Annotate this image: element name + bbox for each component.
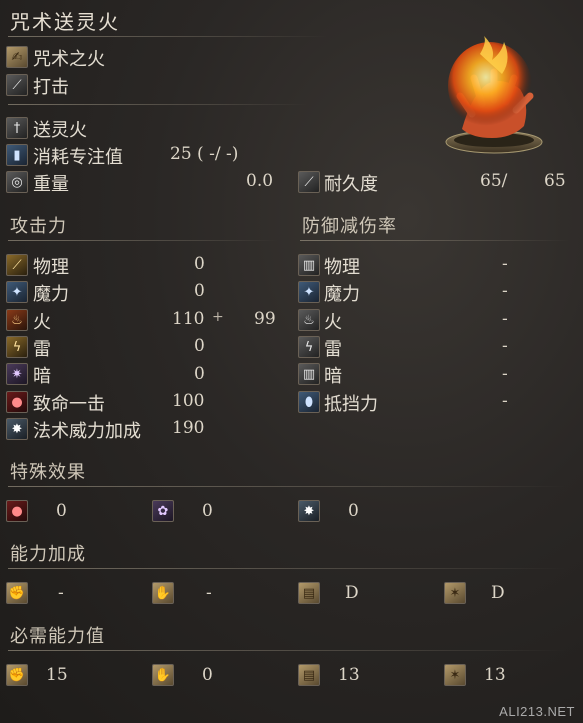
attack-spell-buff-value: 190 bbox=[172, 418, 205, 438]
attack-spell-buff-label: 法术威力加成 bbox=[33, 421, 141, 442]
strength-req-icon: ✊ bbox=[6, 664, 28, 686]
attack-fire-bonus-sign: + bbox=[212, 309, 224, 325]
title-divider bbox=[8, 36, 328, 37]
poison-icon: ✿ bbox=[152, 500, 174, 522]
req-faith-value: 13 bbox=[484, 665, 506, 685]
fp-icon: ▮ bbox=[6, 144, 28, 166]
attack-critical-value: 100 bbox=[172, 391, 205, 411]
fire-icon: ♨ bbox=[6, 309, 28, 331]
bleed-icon: ● bbox=[6, 500, 28, 522]
attack-lightning-value: 0 bbox=[194, 336, 205, 356]
req-intelligence-value: 13 bbox=[338, 665, 360, 685]
defense-stability-value: - bbox=[502, 391, 508, 411]
critical-icon: ● bbox=[6, 391, 28, 413]
attack-fire-label: 火 bbox=[33, 312, 51, 333]
physical-defense-icon: ▥ bbox=[298, 254, 320, 276]
spell-name-label: 送灵火 bbox=[33, 120, 87, 141]
defense-magic-value: - bbox=[502, 281, 508, 301]
scaling-strength-value: - bbox=[58, 583, 64, 603]
strength-icon: ✊ bbox=[6, 582, 28, 604]
defense-stability-label: 抵挡力 bbox=[324, 394, 378, 415]
attack-fire-bonus-value: 99 bbox=[254, 309, 276, 329]
faith-req-icon: ✶ bbox=[444, 664, 466, 686]
defense-fire-label: 火 bbox=[324, 312, 342, 333]
defense-divider bbox=[300, 240, 570, 241]
attack-section-title: 攻击力 bbox=[10, 216, 67, 237]
effects-section-title: 特殊效果 bbox=[10, 462, 86, 483]
dexterity-icon: ✋ bbox=[152, 582, 174, 604]
strike-icon: ⟋ bbox=[6, 74, 28, 96]
scaling-faith-value: D bbox=[491, 583, 505, 603]
watermark: ALI213.NET bbox=[499, 704, 575, 719]
magic-defense-icon: ✦ bbox=[298, 281, 320, 303]
attack-critical-label: 致命一击 bbox=[33, 394, 105, 415]
defense-physical-label: 物理 bbox=[324, 257, 360, 278]
dark-defense-icon: ▥ bbox=[298, 363, 320, 385]
fp-cost-value: 25 ( -/ -) bbox=[170, 144, 239, 164]
bleed-value: 0 bbox=[56, 501, 67, 521]
requirements-divider bbox=[8, 650, 568, 651]
scaling-intelligence-value: D bbox=[345, 583, 359, 603]
attack-divider bbox=[8, 240, 278, 241]
intelligence-req-icon: ▤ bbox=[298, 664, 320, 686]
lightning-defense-icon: ϟ bbox=[298, 336, 320, 358]
stability-icon: ⬮ bbox=[298, 391, 320, 413]
durability-current: 65/ bbox=[480, 171, 508, 191]
divider-1 bbox=[8, 104, 308, 105]
pyromancy-scroll-icon: ✍ bbox=[6, 46, 28, 68]
defense-dark-label: 暗 bbox=[324, 366, 342, 387]
weight-icon: ◎ bbox=[6, 171, 28, 193]
attack-magic-value: 0 bbox=[194, 281, 205, 301]
frost-icon: ✸ bbox=[298, 500, 320, 522]
physical-icon: ⟋ bbox=[6, 254, 28, 276]
scaling-divider bbox=[8, 568, 568, 569]
lightning-icon: ϟ bbox=[6, 336, 28, 358]
defense-physical-value: - bbox=[502, 254, 508, 274]
attack-physical-value: 0 bbox=[194, 254, 205, 274]
defense-dark-value: - bbox=[502, 364, 508, 384]
dark-icon: ✷ bbox=[6, 363, 28, 385]
weight-value: 0.0 bbox=[246, 171, 274, 191]
defense-magic-label: 魔力 bbox=[324, 284, 360, 305]
intelligence-icon: ▤ bbox=[298, 582, 320, 604]
attack-dark-value: 0 bbox=[194, 364, 205, 384]
faith-icon: ✶ bbox=[444, 582, 466, 604]
attack-dark-label: 暗 bbox=[33, 366, 51, 387]
item-title: 咒术送灵火 bbox=[10, 10, 120, 34]
defense-lightning-label: 雷 bbox=[324, 339, 342, 360]
weight-label: 重量 bbox=[33, 174, 69, 195]
spell-icon: † bbox=[6, 117, 28, 139]
defense-fire-value: - bbox=[502, 309, 508, 329]
attack-magic-label: 魔力 bbox=[33, 284, 69, 305]
magic-icon: ✦ bbox=[6, 281, 28, 303]
fp-cost-label: 消耗专注值 bbox=[33, 147, 123, 168]
durability-icon: ⟋ bbox=[298, 171, 320, 193]
durability-max: 65 bbox=[544, 171, 566, 191]
defense-lightning-value: - bbox=[502, 336, 508, 356]
attack-physical-label: 物理 bbox=[33, 257, 69, 278]
catalyst-type-label: 咒术之火 bbox=[33, 49, 105, 70]
scaling-section-title: 能力加成 bbox=[10, 544, 86, 565]
item-image bbox=[432, 34, 552, 164]
req-dexterity-value: 0 bbox=[202, 665, 213, 685]
attack-lightning-label: 雷 bbox=[33, 339, 51, 360]
fire-defense-icon: ♨ bbox=[298, 309, 320, 331]
scaling-dexterity-value: - bbox=[206, 583, 212, 603]
dexterity-req-icon: ✋ bbox=[152, 664, 174, 686]
frost-value: 0 bbox=[348, 501, 359, 521]
spell-buff-icon: ✸ bbox=[6, 418, 28, 440]
defense-section-title: 防御减伤率 bbox=[302, 216, 397, 237]
durability-label: 耐久度 bbox=[324, 174, 378, 195]
attack-fire-value: 110 bbox=[172, 309, 205, 329]
effects-divider bbox=[8, 486, 568, 487]
req-strength-value: 15 bbox=[46, 665, 68, 685]
attack-type-label: 打击 bbox=[33, 77, 69, 98]
poison-value: 0 bbox=[202, 501, 213, 521]
requirements-section-title: 必需能力值 bbox=[10, 626, 105, 647]
